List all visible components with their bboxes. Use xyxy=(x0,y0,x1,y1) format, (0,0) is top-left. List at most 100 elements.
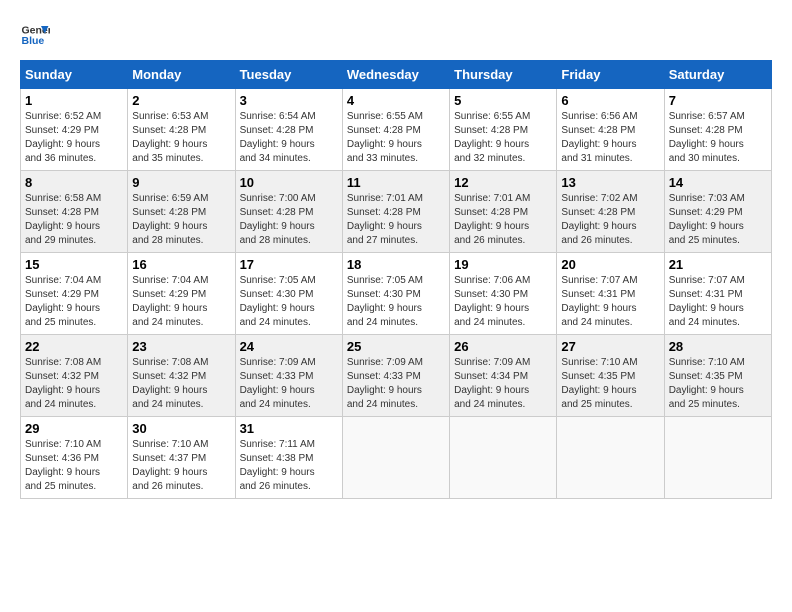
day-number: 15 xyxy=(25,257,123,272)
day-number: 13 xyxy=(561,175,659,190)
day-number: 25 xyxy=(347,339,445,354)
calendar-cell: 26 Sunrise: 7:09 AM Sunset: 4:34 PM Dayli… xyxy=(450,335,557,417)
calendar-week-row: 1 Sunrise: 6:52 AM Sunset: 4:29 PM Daylig… xyxy=(21,89,772,171)
header-cell-monday: Monday xyxy=(128,61,235,89)
day-number: 11 xyxy=(347,175,445,190)
calendar-cell: 22Sunrise: 7:08 AM Sunset: 4:32 PM Dayli… xyxy=(21,335,128,417)
calendar-cell: 2 Sunrise: 6:53 AM Sunset: 4:28 PM Daylig… xyxy=(128,89,235,171)
calendar-cell: 23 Sunrise: 7:08 AM Sunset: 4:32 PM Dayli… xyxy=(128,335,235,417)
day-number: 2 xyxy=(132,93,230,108)
day-info: Sunrise: 6:58 AM Sunset: 4:28 PM Dayligh… xyxy=(25,192,123,248)
day-number: 14 xyxy=(669,175,767,190)
calendar-table: SundayMondayTuesdayWednesdayThursdayFrid… xyxy=(20,60,772,499)
day-number: 6 xyxy=(561,93,659,108)
day-number: 28 xyxy=(669,339,767,354)
calendar-header-row: SundayMondayTuesdayWednesdayThursdayFrid… xyxy=(21,61,772,89)
day-info: Sunrise: 7:07 AM Sunset: 4:31 PM Dayligh… xyxy=(669,274,767,330)
calendar-cell: 16 Sunrise: 7:04 AM Sunset: 4:29 PM Dayli… xyxy=(128,253,235,335)
day-info: Sunrise: 6:53 AM Sunset: 4:28 PM Dayligh… xyxy=(132,110,230,166)
calendar-cell xyxy=(557,417,664,499)
calendar-cell: 28 Sunrise: 7:10 AM Sunset: 4:35 PM Dayli… xyxy=(664,335,771,417)
day-number: 23 xyxy=(132,339,230,354)
day-number: 4 xyxy=(347,93,445,108)
header-cell-friday: Friday xyxy=(557,61,664,89)
day-info: Sunrise: 7:00 AM Sunset: 4:28 PM Dayligh… xyxy=(240,192,338,248)
calendar-cell xyxy=(664,417,771,499)
day-info: Sunrise: 7:11 AM Sunset: 4:38 PM Dayligh… xyxy=(240,438,338,494)
day-info: Sunrise: 6:56 AM Sunset: 4:28 PM Dayligh… xyxy=(561,110,659,166)
calendar-cell: 25 Sunrise: 7:09 AM Sunset: 4:33 PM Dayli… xyxy=(342,335,449,417)
header-cell-wednesday: Wednesday xyxy=(342,61,449,89)
header-cell-thursday: Thursday xyxy=(450,61,557,89)
day-info: Sunrise: 7:08 AM Sunset: 4:32 PM Dayligh… xyxy=(25,356,123,412)
calendar-cell xyxy=(450,417,557,499)
day-number: 26 xyxy=(454,339,552,354)
header-cell-saturday: Saturday xyxy=(664,61,771,89)
day-number: 1 xyxy=(25,93,123,108)
header-cell-sunday: Sunday xyxy=(21,61,128,89)
day-number: 7 xyxy=(669,93,767,108)
calendar-cell: 11 Sunrise: 7:01 AM Sunset: 4:28 PM Dayli… xyxy=(342,171,449,253)
calendar-cell: 31 Sunrise: 7:11 AM Sunset: 4:38 PM Dayli… xyxy=(235,417,342,499)
calendar-week-row: 8Sunrise: 6:58 AM Sunset: 4:28 PM Daylig… xyxy=(21,171,772,253)
logo: General Blue xyxy=(20,20,54,50)
calendar-cell: 9 Sunrise: 6:59 AM Sunset: 4:28 PM Daylig… xyxy=(128,171,235,253)
calendar-cell: 27 Sunrise: 7:10 AM Sunset: 4:35 PM Dayli… xyxy=(557,335,664,417)
day-number: 19 xyxy=(454,257,552,272)
calendar-cell: 10Sunrise: 7:00 AM Sunset: 4:28 PM Dayli… xyxy=(235,171,342,253)
day-info: Sunrise: 6:55 AM Sunset: 4:28 PM Dayligh… xyxy=(347,110,445,166)
calendar-week-row: 29Sunrise: 7:10 AM Sunset: 4:36 PM Dayli… xyxy=(21,417,772,499)
day-number: 31 xyxy=(240,421,338,436)
day-number: 9 xyxy=(132,175,230,190)
calendar-cell xyxy=(342,417,449,499)
calendar-cell: 12Sunrise: 7:01 AM Sunset: 4:28 PM Dayli… xyxy=(450,171,557,253)
day-info: Sunrise: 7:09 AM Sunset: 4:34 PM Dayligh… xyxy=(454,356,552,412)
calendar-cell: 18 Sunrise: 7:05 AM Sunset: 4:30 PM Dayli… xyxy=(342,253,449,335)
calendar-cell: 1 Sunrise: 6:52 AM Sunset: 4:29 PM Daylig… xyxy=(21,89,128,171)
day-info: Sunrise: 7:06 AM Sunset: 4:30 PM Dayligh… xyxy=(454,274,552,330)
calendar-cell: 15 Sunrise: 7:04 AM Sunset: 4:29 PM Dayli… xyxy=(21,253,128,335)
calendar-cell: 29Sunrise: 7:10 AM Sunset: 4:36 PM Dayli… xyxy=(21,417,128,499)
day-info: Sunrise: 7:04 AM Sunset: 4:29 PM Dayligh… xyxy=(25,274,123,330)
day-number: 20 xyxy=(561,257,659,272)
page-header: General Blue xyxy=(20,20,772,50)
day-info: Sunrise: 7:01 AM Sunset: 4:28 PM Dayligh… xyxy=(454,192,552,248)
calendar-cell: 3 Sunrise: 6:54 AM Sunset: 4:28 PM Daylig… xyxy=(235,89,342,171)
day-number: 5 xyxy=(454,93,552,108)
day-info: Sunrise: 7:08 AM Sunset: 4:32 PM Dayligh… xyxy=(132,356,230,412)
calendar-cell: 7Sunrise: 6:57 AM Sunset: 4:28 PM Daylig… xyxy=(664,89,771,171)
day-info: Sunrise: 7:09 AM Sunset: 4:33 PM Dayligh… xyxy=(347,356,445,412)
day-number: 30 xyxy=(132,421,230,436)
calendar-cell: 17Sunrise: 7:05 AM Sunset: 4:30 PM Dayli… xyxy=(235,253,342,335)
calendar-week-row: 22Sunrise: 7:08 AM Sunset: 4:32 PM Dayli… xyxy=(21,335,772,417)
day-info: Sunrise: 7:10 AM Sunset: 4:37 PM Dayligh… xyxy=(132,438,230,494)
svg-text:Blue: Blue xyxy=(22,35,45,47)
day-info: Sunrise: 7:09 AM Sunset: 4:33 PM Dayligh… xyxy=(240,356,338,412)
day-number: 27 xyxy=(561,339,659,354)
header-cell-tuesday: Tuesday xyxy=(235,61,342,89)
calendar-cell: 13Sunrise: 7:02 AM Sunset: 4:28 PM Dayli… xyxy=(557,171,664,253)
day-number: 16 xyxy=(132,257,230,272)
day-number: 18 xyxy=(347,257,445,272)
day-info: Sunrise: 7:10 AM Sunset: 4:35 PM Dayligh… xyxy=(669,356,767,412)
day-number: 3 xyxy=(240,93,338,108)
calendar-cell: 20Sunrise: 7:07 AM Sunset: 4:31 PM Dayli… xyxy=(557,253,664,335)
calendar-cell: 8Sunrise: 6:58 AM Sunset: 4:28 PM Daylig… xyxy=(21,171,128,253)
day-info: Sunrise: 7:05 AM Sunset: 4:30 PM Dayligh… xyxy=(347,274,445,330)
calendar-cell: 5Sunrise: 6:55 AM Sunset: 4:28 PM Daylig… xyxy=(450,89,557,171)
day-number: 21 xyxy=(669,257,767,272)
day-info: Sunrise: 7:01 AM Sunset: 4:28 PM Dayligh… xyxy=(347,192,445,248)
day-info: Sunrise: 6:52 AM Sunset: 4:29 PM Dayligh… xyxy=(25,110,123,166)
day-info: Sunrise: 6:59 AM Sunset: 4:28 PM Dayligh… xyxy=(132,192,230,248)
day-number: 24 xyxy=(240,339,338,354)
calendar-cell: 4 Sunrise: 6:55 AM Sunset: 4:28 PM Daylig… xyxy=(342,89,449,171)
day-info: Sunrise: 7:05 AM Sunset: 4:30 PM Dayligh… xyxy=(240,274,338,330)
calendar-cell: 30 Sunrise: 7:10 AM Sunset: 4:37 PM Dayli… xyxy=(128,417,235,499)
calendar-week-row: 15 Sunrise: 7:04 AM Sunset: 4:29 PM Dayli… xyxy=(21,253,772,335)
calendar-cell: 24 Sunrise: 7:09 AM Sunset: 4:33 PM Dayli… xyxy=(235,335,342,417)
day-info: Sunrise: 7:10 AM Sunset: 4:35 PM Dayligh… xyxy=(561,356,659,412)
calendar-cell: 21 Sunrise: 7:07 AM Sunset: 4:31 PM Dayli… xyxy=(664,253,771,335)
calendar-cell: 14Sunrise: 7:03 AM Sunset: 4:29 PM Dayli… xyxy=(664,171,771,253)
day-info: Sunrise: 6:54 AM Sunset: 4:28 PM Dayligh… xyxy=(240,110,338,166)
day-info: Sunrise: 7:04 AM Sunset: 4:29 PM Dayligh… xyxy=(132,274,230,330)
